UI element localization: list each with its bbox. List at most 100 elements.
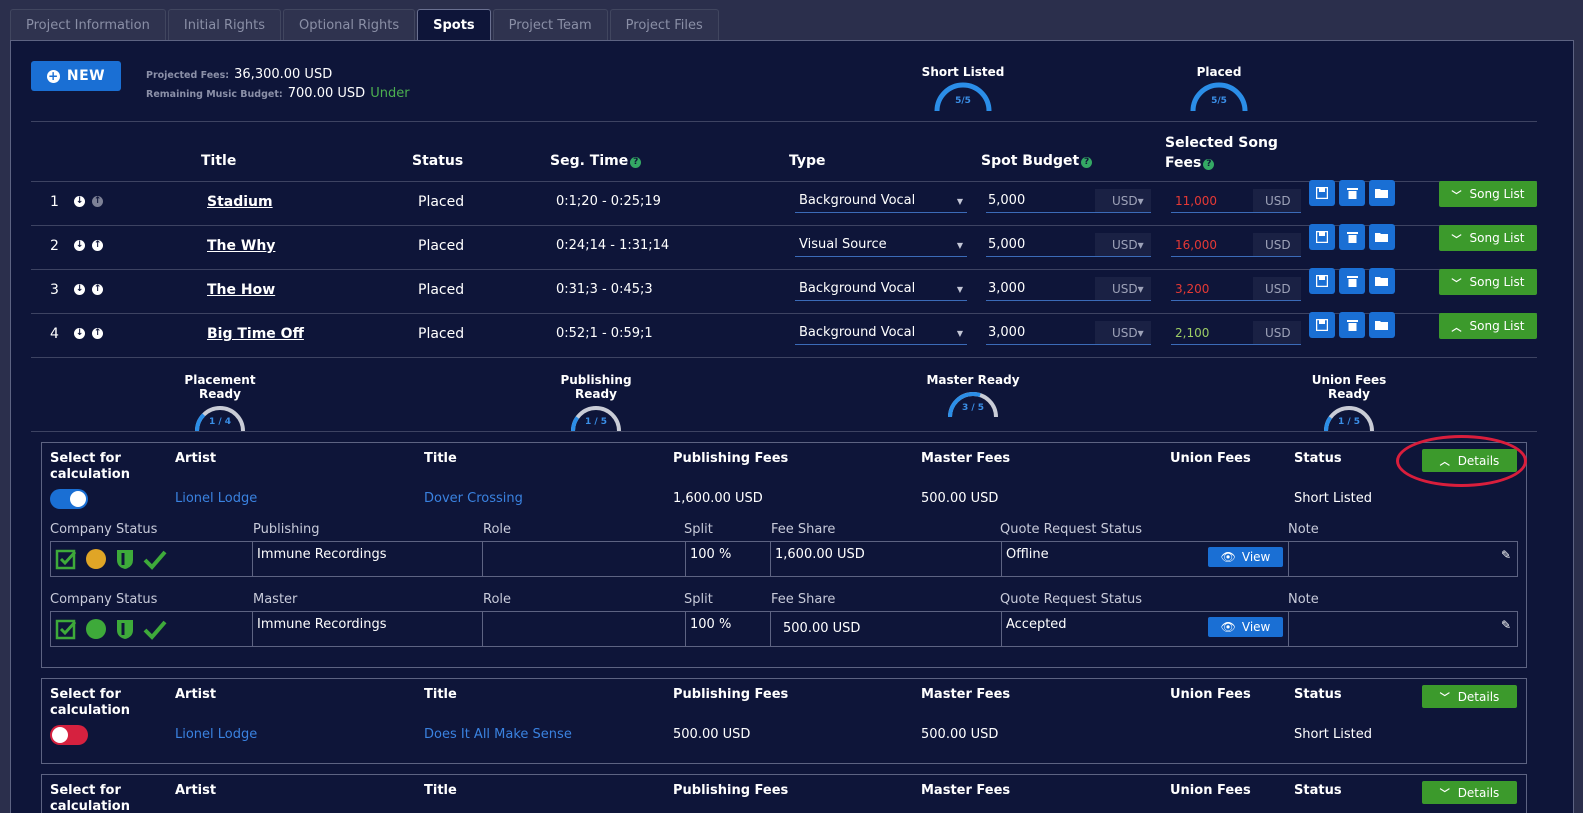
details-button[interactable]: ﹀ Details <box>1422 685 1517 708</box>
tab-project-team[interactable]: Project Team <box>492 9 608 41</box>
select-header-line2: calculation <box>50 703 130 718</box>
spot-budget-input[interactable]: 5,000 USD▾ <box>986 233 1151 257</box>
move-down-icon[interactable]: ↓ <box>74 328 85 339</box>
move-down-icon[interactable]: ↓ <box>74 240 85 251</box>
artist-link[interactable]: Lionel Lodge <box>175 727 257 742</box>
open-folder-button[interactable] <box>1369 312 1395 338</box>
select-header-line2: calculation <box>50 799 130 813</box>
row-number: 2 <box>50 238 59 254</box>
save-spot-button[interactable] <box>1309 224 1335 250</box>
open-folder-button[interactable] <box>1369 224 1395 250</box>
tab-optional-rights[interactable]: Optional Rights <box>283 9 416 41</box>
currency-select[interactable]: USD▾ <box>1095 189 1151 212</box>
tab-project-files[interactable]: Project Files <box>609 9 719 41</box>
song-list-button[interactable]: ﹀ Song List <box>1439 269 1537 295</box>
help-icon[interactable]: ? <box>1081 157 1093 168</box>
new-spot-button[interactable]: + NEW <box>31 61 121 91</box>
details-button[interactable]: ﹀ Details <box>1422 781 1517 804</box>
song-list-label: Song List <box>1469 231 1525 245</box>
master-fees-value: 500.00 USD <box>921 491 999 506</box>
publishing-fees-value: 500.00 USD <box>673 727 751 742</box>
save-spot-button[interactable] <box>1309 268 1335 294</box>
fee-currency: USD <box>1253 233 1301 256</box>
spot-type-select[interactable]: Background Vocal ▼ <box>795 189 967 213</box>
spot-type-select[interactable]: Background Vocal ▼ <box>795 321 967 345</box>
role-value <box>482 542 686 576</box>
help-icon[interactable]: ? <box>1203 159 1215 170</box>
move-down-icon[interactable]: ↓ <box>74 284 85 295</box>
gauge-arc: 1 / 5 <box>544 401 648 433</box>
currency-select[interactable]: USD▾ <box>1095 277 1151 300</box>
open-folder-button[interactable] <box>1369 268 1395 294</box>
select-toggle-on[interactable] <box>50 489 88 509</box>
delete-spot-button[interactable] <box>1339 268 1365 294</box>
spot-title-link[interactable]: The How <box>207 282 275 298</box>
open-folder-button[interactable] <box>1369 180 1395 206</box>
save-spot-button[interactable] <box>1309 180 1335 206</box>
song-title-link[interactable]: Dover Crossing <box>424 491 523 506</box>
master-fees-value: 500.00 USD <box>921 727 999 742</box>
edit-note-icon[interactable]: ✎ <box>1501 618 1511 632</box>
view-quote-button[interactable]: 👁 View <box>1208 617 1283 637</box>
move-up-icon[interactable]: ↑ <box>92 196 103 207</box>
spot-budget-input[interactable]: 3,000 USD▾ <box>986 321 1151 345</box>
currency-select[interactable]: USD▾ <box>1095 321 1151 344</box>
tab-spots[interactable]: Spots <box>417 9 491 41</box>
spot-title-link[interactable]: Big Time Off <box>207 326 304 342</box>
gauge-arc: 1 / 4 <box>168 401 272 433</box>
selected-fee-input[interactable]: 16,000 USD <box>1171 233 1301 257</box>
complete-circle-icon <box>86 619 106 639</box>
spot-type-select[interactable]: Background Vocal ▼ <box>795 277 967 301</box>
view-quote-button[interactable]: 👁 View <box>1208 547 1283 567</box>
publishing-detail-row: Immune Recordings 100 % 1,600.00 USD Off… <box>50 541 1518 577</box>
gauge-title: Short Listed <box>921 65 1005 79</box>
folder-open-icon <box>1375 189 1388 198</box>
spot-budget-input[interactable]: 3,000 USD▾ <box>986 277 1151 301</box>
spot-title-link[interactable]: The Why <box>207 238 275 254</box>
tab-initial-rights[interactable]: Initial Rights <box>167 9 281 41</box>
master-header: Master <box>253 592 298 607</box>
selected-fee-input[interactable]: 11,000 USD <box>1171 189 1301 213</box>
move-up-icon[interactable]: ↑ <box>92 240 103 251</box>
selected-fee-input[interactable]: 2,100 USD <box>1171 321 1301 345</box>
currency-select[interactable]: USD▾ <box>1095 233 1151 256</box>
tab-project-information[interactable]: Project Information <box>10 9 166 41</box>
union-fees-header: Union Fees <box>1170 783 1251 798</box>
status-value: Short Listed <box>1294 491 1372 506</box>
quote-status-header: Quote Request Status <box>1000 522 1143 537</box>
currency-value: USD <box>1112 194 1138 208</box>
selected-fee-input[interactable]: 3,200 USD <box>1171 277 1301 301</box>
title-header: Title <box>424 783 457 798</box>
move-up-icon[interactable]: ↑ <box>92 284 103 295</box>
master-detail-row: Immune Recordings 100 % 500.00 USD Accep… <box>50 611 1518 647</box>
delete-spot-button[interactable] <box>1339 180 1365 206</box>
fee-currency: USD <box>1253 321 1301 344</box>
spot-budget-value: 3,000 <box>988 281 1026 296</box>
edit-note-icon[interactable]: ✎ <box>1501 548 1511 562</box>
note-cell <box>1288 542 1518 576</box>
help-icon[interactable]: ? <box>630 157 642 168</box>
delete-spot-button[interactable] <box>1339 312 1365 338</box>
checkbox-checked-icon <box>55 549 77 570</box>
spot-type-select[interactable]: Visual Source ▼ <box>795 233 967 257</box>
artist-link[interactable]: Lionel Lodge <box>175 491 257 506</box>
song-list-button[interactable]: ﹀ Song List <box>1439 225 1537 251</box>
song-title-link[interactable]: Does It All Make Sense <box>424 727 572 742</box>
select-header-line1: Select for <box>50 451 121 466</box>
quote-status-header: Quote Request Status <box>1000 592 1143 607</box>
song-list-button[interactable]: ︿ Song List <box>1439 313 1537 339</box>
select-toggle-off[interactable] <box>50 725 88 745</box>
move-up-icon[interactable]: ↑ <box>92 328 103 339</box>
fee-share-value: 500.00 USD <box>770 612 1002 646</box>
save-spot-button[interactable] <box>1309 312 1335 338</box>
spot-title-link[interactable]: Stadium <box>207 194 273 210</box>
divider <box>31 121 1537 122</box>
delete-spot-button[interactable] <box>1339 224 1365 250</box>
spot-budget-input[interactable]: 5,000 USD▾ <box>986 189 1151 213</box>
song-list-button[interactable]: ﹀ Song List <box>1439 181 1537 207</box>
header-selected-fees-line1: Selected Song <box>1165 135 1278 151</box>
move-down-icon[interactable]: ↓ <box>74 196 85 207</box>
header-type: Type <box>789 153 826 169</box>
selected-fee-value: 3,200 <box>1175 282 1210 296</box>
gauge-value: 1 / 5 <box>584 417 608 427</box>
